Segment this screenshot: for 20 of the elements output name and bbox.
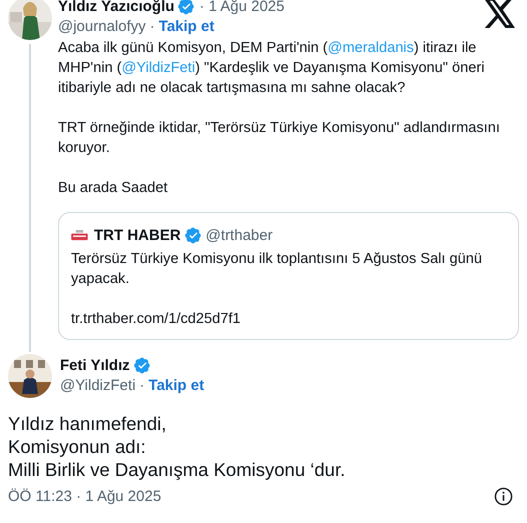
separator-dot: · <box>140 376 145 394</box>
info-icon[interactable] <box>494 487 513 506</box>
author-handle[interactable]: @journalofyy <box>58 18 146 34</box>
tweet-text: Acaba ilk günü Komisyon, DEM Parti'nin (@meraldanis) itirazı ile MHP'nin (@YildizFeti) "Kardeşlik ve Dayanışma Komisyonu" öneri itibariyle adı ne olacak tartışmasına mı sahne olacak? <box>58 39 486 98</box>
embedded-author-name: TRT HABER <box>94 226 181 244</box>
follow-link[interactable]: Takip et <box>158 18 214 34</box>
author-handle[interactable]: @YildizFeti <box>60 376 136 394</box>
tweet-text: TRT örneğinde iktidar, "Terörsüz Türkiye Komisyonu" adlandırmasını koruyor. <box>58 119 501 158</box>
author-name[interactable]: Feti Yıldız <box>60 356 130 374</box>
embedded-author-handle: @trthaber <box>206 226 273 244</box>
embedded-link[interactable]: tr.trthaber.com/1/cd25d7f1 <box>71 309 506 329</box>
tweet-text: Bu arada Saadet <box>58 179 169 198</box>
follow-link[interactable]: Takip et <box>148 376 204 394</box>
tweet-text: Yıldız hanımefendi, Komisyonun adı: Milli Birlik ve Dayanışma Komisyonu ‘dur. <box>8 412 346 481</box>
embedded-post-text: Terörsüz Türkiye Komisyonu ilk toplantısını 5 Ağustos Salı günü yapacak. <box>71 250 483 289</box>
news-logo-icon <box>71 230 88 240</box>
embedded-post-card[interactable]: TRT HABER @trthaber Terörsüz Türkiye Komisyonu ilk toplantısını 5 Ağustos Salı günü yapacak. tr.trthaber.com/1/cd25d7f1 <box>58 212 519 340</box>
x-logo-icon[interactable] <box>483 0 517 28</box>
separator-dot: · <box>150 18 155 34</box>
post-timestamp[interactable]: ÖÖ 11:23 · 1 Ağu 2025 <box>8 488 162 505</box>
